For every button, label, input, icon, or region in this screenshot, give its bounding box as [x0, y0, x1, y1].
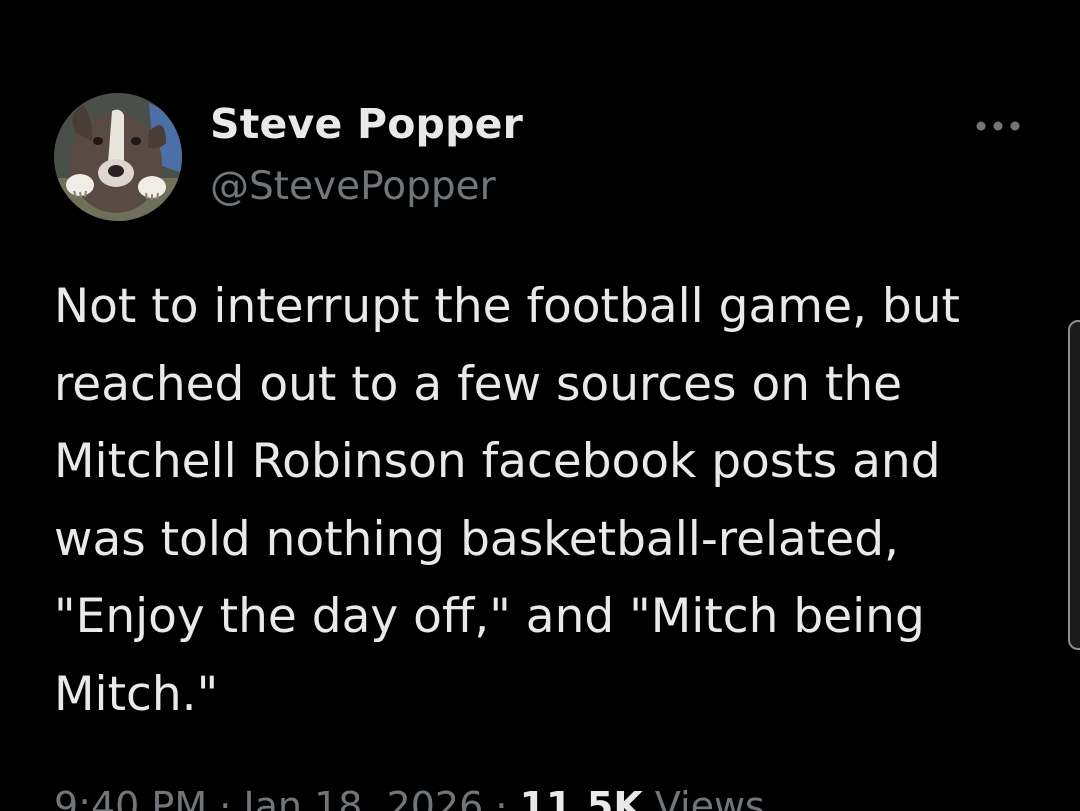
scrollbar[interactable] [1068, 320, 1080, 650]
meta-separator: · [495, 784, 508, 811]
dog-avatar-icon [54, 93, 182, 221]
author-avatar[interactable] [54, 93, 182, 221]
tweet-text: Not to interrupt the football game, but … [54, 279, 960, 722]
author-handle[interactable]: @StevePopper [210, 164, 496, 209]
author-display-name[interactable]: Steve Popper [210, 100, 523, 148]
tweet-time[interactable]: 9:40 PM [54, 784, 207, 811]
views-count[interactable]: 11.5K [520, 784, 643, 811]
more-options-button[interactable] [968, 108, 1028, 144]
tweet-date[interactable]: Jan 18, 2026 [243, 784, 483, 811]
tweet-screen: Steve Popper @StevePopper Not to interru… [0, 0, 1080, 811]
more-options-icon [976, 121, 1020, 131]
tweet-meta: 9:40 PM · Jan 18, 2026 · 11.5K Views [54, 784, 765, 811]
meta-separator: · [219, 784, 232, 811]
views-label: Views [654, 784, 765, 811]
